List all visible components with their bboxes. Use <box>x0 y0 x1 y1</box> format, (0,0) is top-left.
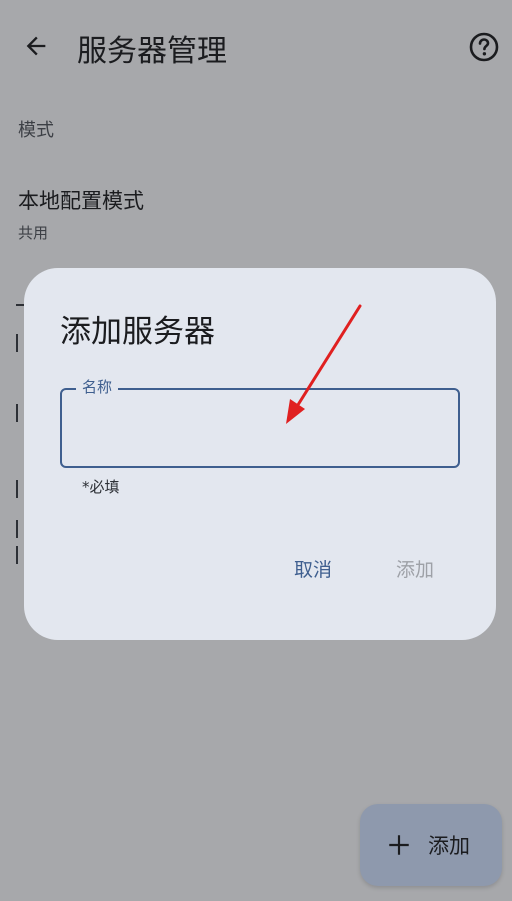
section-header-mode: 模式 <box>18 120 54 141</box>
name-field[interactable]: 名称 <box>60 376 460 468</box>
add-server-dialog: 添加服务器 名称 *必填 取消 添加 <box>24 268 496 640</box>
page-title: 服务器管理 <box>77 34 227 69</box>
hidden-list-item-fragment <box>16 334 24 357</box>
name-input[interactable] <box>62 390 458 466</box>
help-button[interactable] <box>466 29 502 65</box>
fab-label: 添加 <box>428 834 470 858</box>
arrow-back-icon <box>26 36 46 56</box>
dialog-title: 添加服务器 <box>60 314 215 350</box>
hidden-list-item-fragment <box>16 294 24 315</box>
app-bar: 服务器管理 <box>0 0 512 96</box>
back-button[interactable] <box>18 28 54 64</box>
add-fab-button[interactable]: 添加 <box>360 804 502 886</box>
required-helper-text: *必填 <box>82 478 120 496</box>
plus-icon <box>389 835 409 855</box>
cancel-button[interactable]: 取消 <box>294 555 332 582</box>
help-circle-icon <box>469 32 499 62</box>
setting-value: 共用 <box>18 224 49 242</box>
hidden-list-item-fragment <box>16 546 24 569</box>
hidden-list-item-fragment <box>16 404 24 427</box>
hidden-list-item-fragment <box>16 520 24 543</box>
hidden-list-item-fragment <box>16 480 24 503</box>
setting-title: 本地配置模式 <box>18 189 144 213</box>
add-confirm-button[interactable]: 添加 <box>396 555 434 582</box>
